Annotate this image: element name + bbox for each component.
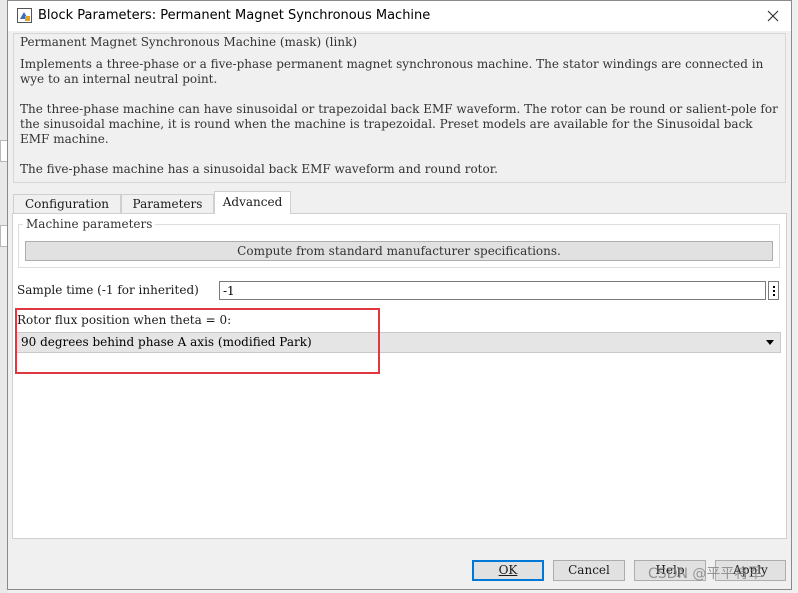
ok-button-label: OK bbox=[498, 563, 518, 577]
sample-time-label: Sample time (-1 for inherited) bbox=[17, 283, 199, 297]
machine-parameters-title: Machine parameters bbox=[23, 217, 156, 231]
mask-group-title: Permanent Magnet Synchronous Machine (ma… bbox=[17, 35, 361, 49]
cancel-button[interactable]: Cancel bbox=[553, 560, 625, 581]
description-paragraph: Implements a three-phase or a five-phase… bbox=[20, 57, 764, 86]
chevron-down-icon bbox=[766, 340, 774, 345]
rotor-flux-dropdown[interactable]: 90 degrees behind phase A axis (modified… bbox=[16, 332, 781, 353]
close-icon bbox=[767, 10, 779, 22]
compute-from-specs-button[interactable]: Compute from standard manufacturer speci… bbox=[25, 241, 773, 261]
cancel-button-label: Cancel bbox=[568, 563, 610, 577]
tab-configuration[interactable]: Configuration bbox=[13, 194, 121, 213]
rotor-flux-selected-value: 90 degrees behind phase A axis (modified… bbox=[21, 335, 312, 349]
description-paragraph: The five-phase machine has a sinusoidal … bbox=[20, 162, 498, 176]
tab-parameters[interactable]: Parameters bbox=[121, 194, 214, 213]
rotor-flux-label: Rotor flux position when theta = 0: bbox=[17, 313, 232, 327]
block-parameters-dialog: Block Parameters: Permanent Magnet Synch… bbox=[7, 0, 792, 590]
description-paragraph: The three-phase machine can have sinusoi… bbox=[20, 102, 778, 146]
window-title: Block Parameters: Permanent Magnet Synch… bbox=[38, 8, 431, 23]
title-bar: Block Parameters: Permanent Magnet Synch… bbox=[8, 1, 791, 31]
tab-advanced[interactable]: Advanced bbox=[214, 191, 291, 214]
tab-bar: Configuration Parameters Advanced bbox=[13, 191, 786, 214]
ok-button[interactable]: OK bbox=[472, 560, 544, 581]
sample-time-input[interactable]: -1 bbox=[219, 281, 766, 300]
dot-icon bbox=[773, 290, 775, 292]
dot-icon bbox=[773, 286, 775, 288]
simulink-block-icon bbox=[17, 8, 32, 23]
csdn-watermark: CSDN @平平将军 bbox=[648, 566, 763, 582]
more-options-button[interactable] bbox=[768, 281, 779, 300]
close-button[interactable] bbox=[755, 1, 791, 31]
dot-icon bbox=[773, 294, 775, 296]
